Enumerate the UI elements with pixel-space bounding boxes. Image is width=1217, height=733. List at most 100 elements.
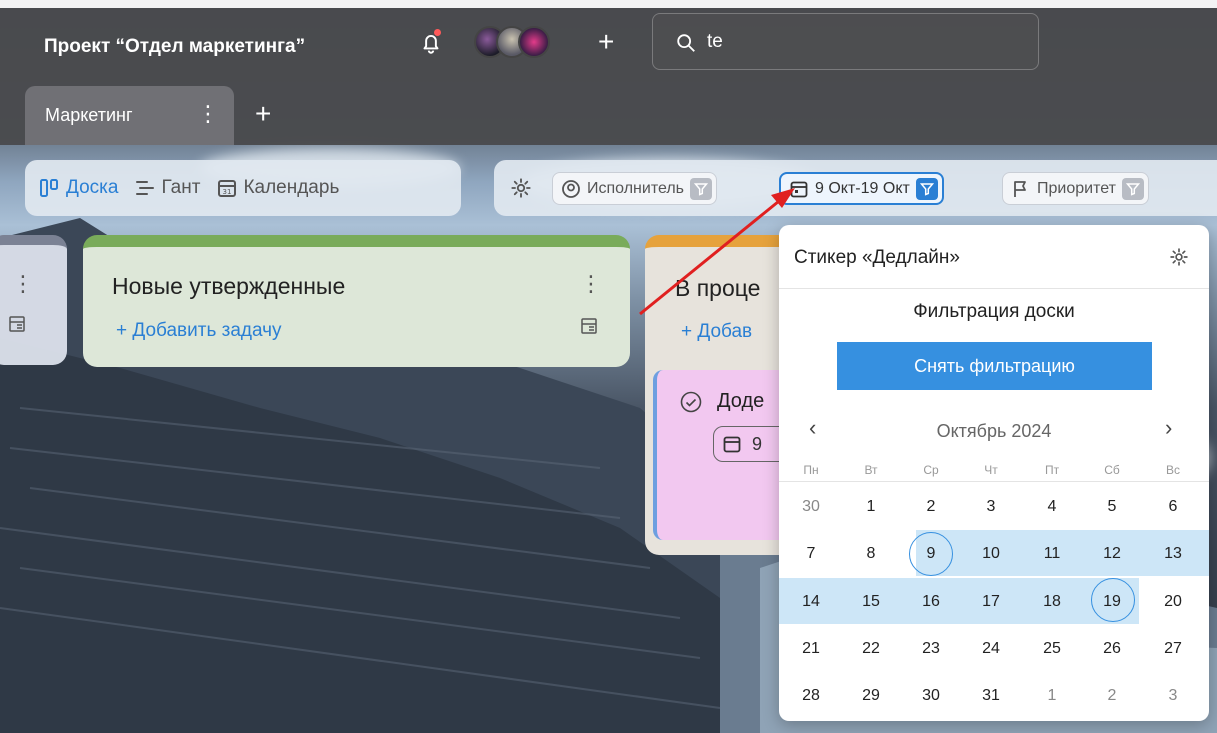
- calendar-day[interactable]: 8: [851, 545, 891, 563]
- calendar-day[interactable]: 9: [911, 545, 951, 563]
- add-task-button[interactable]: + Добавить задачу: [116, 320, 282, 342]
- filter-funnel-icon[interactable]: [1121, 177, 1144, 200]
- user-circle-icon: [562, 179, 580, 198]
- avatar[interactable]: [518, 26, 550, 58]
- popup-title: Стикер «Дедлайн»: [794, 247, 960, 268]
- gantt-icon: [136, 181, 155, 195]
- calendar-day[interactable]: 3: [971, 498, 1011, 516]
- calendar-day[interactable]: 19: [1092, 593, 1132, 611]
- weekday-divider: [779, 481, 1209, 482]
- calendar-day[interactable]: 1: [1032, 687, 1072, 705]
- calendar-day[interactable]: 26: [1092, 640, 1132, 658]
- settings-gear-icon[interactable]: [1169, 247, 1189, 267]
- task-deadline-text: 9: [752, 434, 763, 454]
- calendar-day[interactable]: 12: [1092, 545, 1132, 563]
- calendar-icon: 31: [218, 180, 237, 197]
- weekday-label: Пт: [1044, 463, 1060, 477]
- weekday-label: Чт: [984, 463, 998, 477]
- view-board[interactable]: Доска: [39, 177, 118, 199]
- view-switcher: Доска Гант 31 Календарь: [25, 160, 461, 216]
- settings-gear-icon[interactable]: [510, 177, 532, 199]
- calendar-day[interactable]: 13: [1153, 545, 1193, 563]
- calendar-day[interactable]: 10: [971, 545, 1011, 563]
- column-settings-icon[interactable]: [8, 315, 26, 333]
- more-vertical-icon[interactable]: ⋮: [12, 271, 34, 297]
- weekday-label: Вс: [1165, 463, 1180, 477]
- view-gantt[interactable]: Гант: [134, 177, 200, 199]
- column-title[interactable]: Новые утвержденные: [112, 273, 345, 300]
- add-task-button[interactable]: + Добав: [681, 321, 752, 343]
- filter-priority[interactable]: Приоритет: [1002, 172, 1149, 205]
- calendar-day[interactable]: 4: [1032, 498, 1072, 516]
- calendar-day[interactable]: 2: [911, 498, 951, 516]
- add-member-icon[interactable]: +: [598, 28, 614, 56]
- view-label: Календарь: [243, 177, 340, 198]
- calendar-day[interactable]: 14: [791, 593, 831, 611]
- add-tab-icon[interactable]: +: [255, 98, 271, 130]
- popup-header: Стикер «Дедлайн»: [779, 225, 1209, 289]
- search-box[interactable]: [652, 13, 1039, 70]
- calendar-icon: [723, 436, 741, 453]
- check-circle-icon[interactable]: [679, 390, 703, 414]
- calendar-day[interactable]: 17: [971, 593, 1011, 611]
- view-calendar[interactable]: 31 Календарь: [216, 177, 339, 199]
- deadline-filter-popup: Стикер «Дедлайн» Фильтрация доски Снять …: [779, 225, 1209, 721]
- popup-subtitle: Фильтрация доски: [913, 301, 1075, 322]
- column-title[interactable]: В проце: [675, 275, 760, 302]
- tab-marketing[interactable]: Маркетинг ⋮: [25, 86, 234, 145]
- calendar-day[interactable]: 3: [1153, 687, 1193, 705]
- tab-label: Маркетинг: [45, 105, 133, 125]
- filter-label: Исполнитель: [587, 179, 685, 197]
- filter-bar: Исполнитель 9 Окт-19 Окт Приоритет: [494, 160, 1217, 216]
- calendar-day[interactable]: 28: [791, 687, 831, 705]
- search-input[interactable]: [707, 28, 1007, 56]
- calendar-day[interactable]: 25: [1032, 640, 1072, 658]
- weekday-label: Сб: [1104, 463, 1120, 477]
- calendar-icon: [790, 181, 808, 197]
- view-label: Гант: [161, 177, 201, 198]
- calendar-day[interactable]: 6: [1153, 498, 1193, 516]
- calendar-day[interactable]: 16: [911, 593, 951, 611]
- calendar-day[interactable]: 2: [1092, 687, 1132, 705]
- filter-funnel-icon[interactable]: [915, 177, 938, 200]
- more-vertical-icon[interactable]: ⋮: [580, 271, 602, 297]
- column-settings-icon[interactable]: [580, 317, 598, 335]
- calendar-day[interactable]: 31: [971, 687, 1011, 705]
- calendar-day[interactable]: 30: [791, 498, 831, 516]
- notification-dot: [434, 29, 441, 36]
- task-card[interactable]: Доде 9: [653, 370, 793, 540]
- calendar-day[interactable]: 1: [851, 498, 891, 516]
- filter-assignee[interactable]: Исполнитель: [552, 172, 718, 205]
- filter-funnel-icon[interactable]: [690, 177, 713, 200]
- calendar-day[interactable]: 27: [1153, 640, 1193, 658]
- view-label: Доска: [66, 177, 119, 198]
- calendar-day[interactable]: 15: [851, 593, 891, 611]
- calendar-month-label: Октябрь 2024: [936, 421, 1052, 441]
- search-icon: [677, 34, 695, 52]
- calendar-day[interactable]: 22: [851, 640, 891, 658]
- filter-label: 9 Окт-19 Окт: [815, 179, 910, 197]
- weekday-label: Пн: [803, 463, 819, 477]
- weekday-label: Вт: [864, 463, 878, 477]
- calendar-day[interactable]: 5: [1092, 498, 1132, 516]
- calendar-day[interactable]: 24: [971, 640, 1011, 658]
- calendar-day[interactable]: 11: [1032, 545, 1072, 563]
- more-vertical-icon[interactable]: ⋮: [197, 101, 219, 127]
- flag-icon: [1014, 180, 1026, 197]
- board-column-new: Новые утвержденные + Добавить задачу ⋮: [83, 235, 630, 367]
- calendar-day[interactable]: 7: [791, 545, 831, 563]
- weekday-label: Ср: [923, 463, 939, 477]
- calendar-day[interactable]: 20: [1153, 593, 1193, 611]
- board-column: ⋮: [0, 235, 67, 365]
- calendar-day[interactable]: 30: [911, 687, 951, 705]
- project-title[interactable]: Проект “Отдел маркетинга”: [44, 36, 305, 58]
- avatar-group[interactable]: [474, 26, 550, 60]
- filter-deadline[interactable]: 9 Окт-19 Окт: [779, 172, 944, 205]
- clear-filter-button[interactable]: Снять фильтрацию: [837, 342, 1152, 390]
- board-icon: [40, 179, 58, 197]
- calendar-day[interactable]: 18: [1032, 593, 1072, 611]
- date-range-highlight: [779, 578, 1139, 624]
- calendar-day[interactable]: 21: [791, 640, 831, 658]
- calendar-day[interactable]: 23: [911, 640, 951, 658]
- calendar-day[interactable]: 29: [851, 687, 891, 705]
